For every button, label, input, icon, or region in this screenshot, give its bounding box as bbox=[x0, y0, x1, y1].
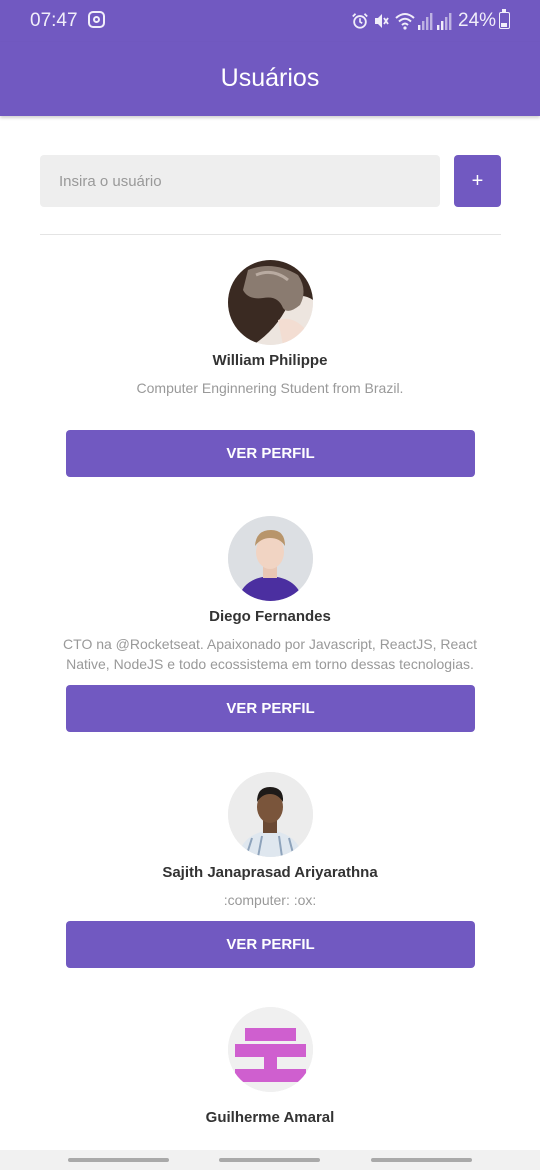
wifi-icon bbox=[395, 13, 415, 30]
user-bio: CTO na @Rocketseat. Apaixonado por Javas… bbox=[63, 636, 477, 672]
battery-percentage: 24% bbox=[458, 10, 497, 31]
avatar bbox=[228, 772, 313, 857]
view-profile-button[interactable]: VER PERFIL bbox=[66, 921, 475, 968]
avatar bbox=[228, 260, 313, 345]
instagram-icon bbox=[88, 11, 105, 28]
user-card: William Philippe Computer Enginnering St… bbox=[0, 260, 540, 478]
nav-back[interactable] bbox=[371, 1158, 472, 1162]
avatar bbox=[228, 516, 313, 601]
avatar-image bbox=[228, 1007, 313, 1092]
user-bio: :computer: :ox: bbox=[223, 892, 317, 908]
user-name: William Philippe bbox=[212, 352, 328, 369]
user-name: Guilherme Amaral bbox=[205, 1109, 335, 1126]
avatar-image bbox=[228, 516, 313, 601]
user-name: Diego Fernandes bbox=[209, 608, 331, 625]
status-icons bbox=[350, 10, 458, 32]
avatar bbox=[228, 1007, 313, 1092]
user-card: Sajith Janaprasad Ariyarathna :computer:… bbox=[0, 772, 540, 990]
nav-recent-apps[interactable] bbox=[68, 1158, 169, 1162]
avatar-image bbox=[228, 772, 313, 857]
status-bar: 07:47 24% bbox=[0, 0, 540, 42]
signal-icon bbox=[437, 13, 452, 30]
navigation-bar bbox=[0, 1150, 540, 1170]
page-title: Usuários bbox=[220, 64, 320, 92]
alarm-icon bbox=[352, 13, 368, 29]
avatar-image bbox=[228, 260, 313, 345]
nav-home[interactable] bbox=[219, 1158, 320, 1162]
user-search-input[interactable] bbox=[40, 155, 440, 207]
view-profile-button[interactable]: VER PERFIL bbox=[66, 430, 475, 477]
divider bbox=[40, 234, 501, 235]
user-name: Sajith Janaprasad Ariyarathna bbox=[162, 864, 378, 881]
users-screen: + William Philippe Computer Enginnering … bbox=[0, 116, 540, 1150]
signal-icon bbox=[418, 13, 433, 30]
view-profile-button[interactable]: VER PERFIL bbox=[66, 685, 475, 732]
user-card: Diego Fernandes CTO na @Rocketseat. Apai… bbox=[0, 516, 540, 734]
user-bio: Computer Enginnering Student from Brazil… bbox=[136, 380, 404, 396]
app-header: Usuários bbox=[0, 42, 540, 116]
battery-icon bbox=[499, 9, 510, 29]
user-card: Guilherme Amaral bbox=[0, 1007, 540, 1150]
status-time: 07:47 bbox=[30, 10, 78, 31]
mute-icon bbox=[375, 14, 389, 28]
add-user-button[interactable]: + bbox=[454, 155, 501, 207]
